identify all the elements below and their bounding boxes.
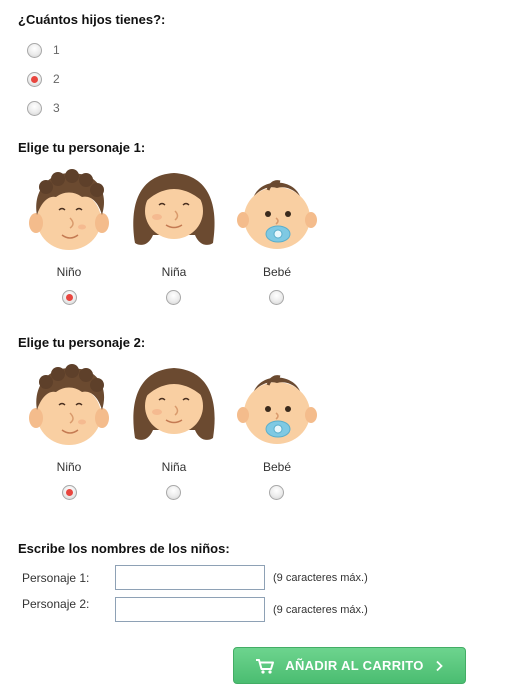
children-radio-3-label: 3 (53, 101, 60, 115)
name-1-input[interactable] (115, 565, 265, 590)
character-2-title: Elige tu personaje 2: (18, 335, 146, 350)
character-1-radio-boy[interactable] (62, 290, 77, 305)
character-2-radio-baby[interactable] (269, 485, 284, 500)
children-radio-1-label: 1 (53, 43, 60, 57)
add-to-cart-button[interactable]: AÑADIR AL CARRITO (233, 647, 466, 684)
baby-face-icon[interactable] (232, 365, 322, 455)
character-1-title: Elige tu personaje 1: (18, 140, 146, 155)
boy-face-icon[interactable] (24, 165, 114, 255)
children-radio-2[interactable] (27, 72, 42, 87)
names-title: Escribe los nombres de los niños: (18, 541, 230, 556)
character-1-option-baby-label: Bebé (262, 265, 292, 279)
name-2-label: Personaje 2: (22, 597, 90, 611)
girl-face-icon[interactable] (129, 165, 219, 255)
character-1-radio-baby[interactable] (269, 290, 284, 305)
girl-face-icon[interactable] (129, 360, 219, 450)
character-2-option-girl-label: Niña (161, 460, 187, 474)
chevron-right-icon (436, 660, 443, 671)
character-1-radio-girl[interactable] (166, 290, 181, 305)
character-2-radio-girl[interactable] (166, 485, 181, 500)
character-1-option-girl-label: Niña (161, 265, 187, 279)
name-1-label: Personaje 1: (22, 571, 90, 585)
children-radio-1[interactable] (27, 43, 42, 58)
character-2-option-baby-label: Bebé (262, 460, 292, 474)
children-radio-2-label: 2 (53, 72, 60, 86)
children-radio-3[interactable] (27, 101, 42, 116)
name-2-input[interactable] (115, 597, 265, 622)
name-2-hint: (9 caracteres máx.) (273, 604, 368, 616)
character-2-option-boy-label: Niño (56, 460, 82, 474)
boy-face-icon[interactable] (24, 360, 114, 450)
children-count-title: ¿Cuántos hijos tienes?: (18, 12, 166, 27)
add-to-cart-label: AÑADIR AL CARRITO (285, 658, 424, 673)
cart-icon (256, 658, 275, 674)
character-1-option-boy-label: Niño (56, 265, 82, 279)
baby-face-icon[interactable] (232, 170, 322, 260)
character-2-radio-boy[interactable] (62, 485, 77, 500)
name-1-hint: (9 caracteres máx.) (273, 572, 368, 584)
